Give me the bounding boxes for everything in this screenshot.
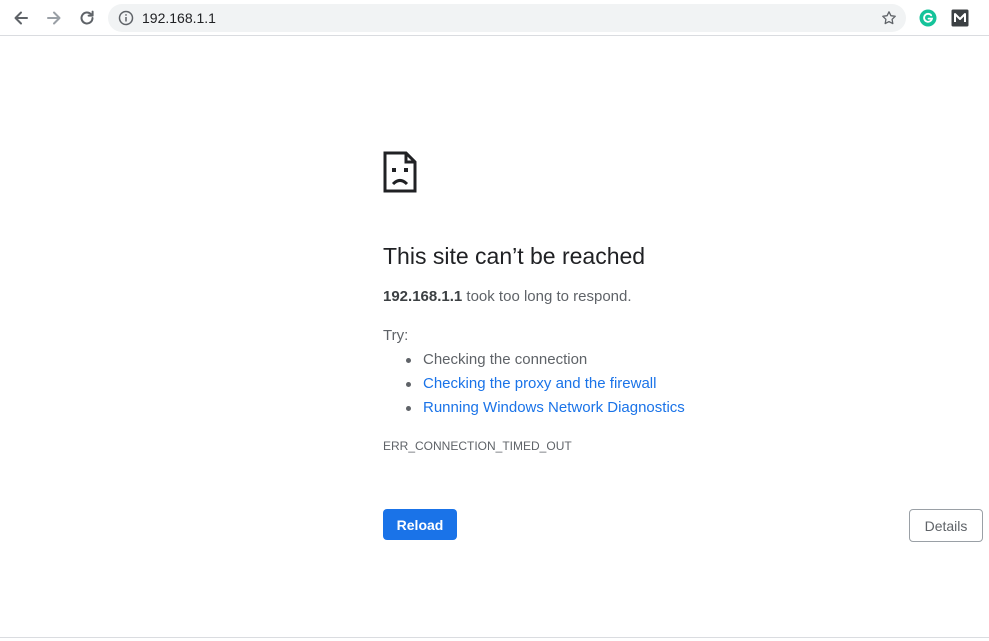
mailtrack-icon[interactable] <box>951 9 969 27</box>
arrow-left-icon <box>14 11 28 25</box>
star-icon[interactable] <box>881 10 897 26</box>
reload-icon <box>80 10 94 25</box>
back-button[interactable] <box>8 5 34 31</box>
arrow-right-icon <box>47 11 61 25</box>
suggestion-item: Running Windows Network Diagnostics <box>383 398 685 422</box>
info-icon[interactable] <box>118 10 134 26</box>
try-label: Try: <box>383 327 409 344</box>
suggestion-list: Checking the connection Checking the pro… <box>383 350 685 422</box>
suggestion-item: Checking the connection <box>383 350 685 374</box>
details-button[interactable]: Details <box>909 509 983 542</box>
suggestion-item: Checking the proxy and the firewall <box>383 374 685 398</box>
error-summary: 192.168.1.1 took too long to respond. <box>383 288 632 306</box>
reload-page-button[interactable] <box>74 5 100 31</box>
sad-document-icon <box>383 151 417 193</box>
suggestion-proxy-firewall-link[interactable]: Checking the proxy and the firewall <box>423 375 656 392</box>
error-heading: This site can’t be reached <box>383 243 646 269</box>
address-bar[interactable]: 192.168.1.1 <box>108 4 906 32</box>
reload-button[interactable]: Reload <box>383 509 457 540</box>
grammarly-icon[interactable] <box>919 9 937 27</box>
error-summary-text: took too long to respond. <box>462 288 632 305</box>
browser-toolbar: 192.168.1.1 <box>0 0 989 36</box>
suggestion-network-diagnostics-link[interactable]: Running Windows Network Diagnostics <box>423 399 685 416</box>
error-host: 192.168.1.1 <box>383 288 463 305</box>
forward-button[interactable] <box>41 5 67 31</box>
url-text[interactable]: 192.168.1.1 <box>142 10 216 26</box>
error-code: ERR_CONNECTION_TIMED_OUT <box>383 439 572 453</box>
bottom-divider <box>0 637 989 638</box>
suggestion-check-connection: Checking the connection <box>423 351 588 368</box>
